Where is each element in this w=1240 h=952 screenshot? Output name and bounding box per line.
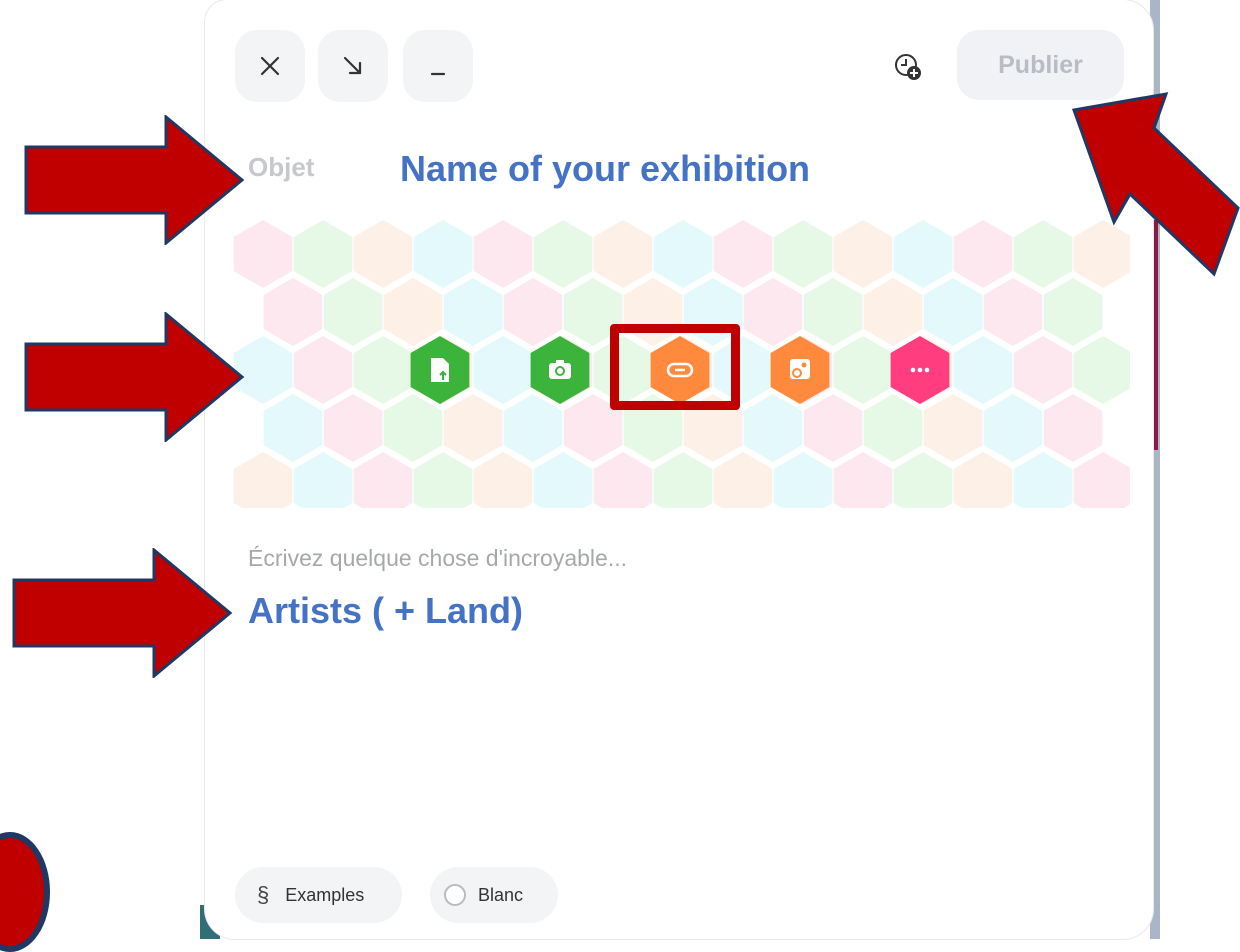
hex-tile — [263, 394, 323, 462]
annotation-arrow-media — [24, 312, 245, 442]
circle-icon — [444, 884, 466, 906]
minimize-button[interactable] — [403, 30, 473, 102]
hex-tile — [863, 278, 923, 346]
hex-tile — [593, 452, 653, 508]
hex-tile — [743, 278, 803, 346]
hex-tile — [953, 220, 1013, 288]
hex-tile — [1013, 220, 1073, 288]
hex-tile — [263, 278, 323, 346]
hex-tile — [833, 452, 893, 508]
hex-tile — [413, 452, 473, 508]
hex-tile — [653, 220, 713, 288]
annotation-arrow-publish — [1071, 92, 1240, 277]
hex-tile — [983, 278, 1043, 346]
hex-tile — [1013, 336, 1073, 404]
examples-label: Examples — [285, 884, 365, 905]
hex-tile — [803, 278, 863, 346]
hex-tile — [353, 220, 413, 288]
hex-tile — [533, 220, 593, 288]
hex-tile — [773, 220, 833, 288]
hex-tile — [833, 336, 893, 404]
hex-tile — [473, 452, 533, 508]
annotation-arrow-body — [12, 548, 233, 678]
hex-tile — [923, 394, 983, 462]
clock-plus-icon[interactable] — [893, 52, 923, 82]
hex-tile — [1043, 394, 1103, 462]
body-textarea[interactable]: Écrivez quelque chose d'incroyable... — [248, 545, 627, 572]
hex-tile — [713, 452, 773, 508]
more-icon — [910, 367, 930, 373]
hex-tile — [1073, 452, 1130, 508]
minimize-icon — [430, 72, 446, 76]
hex-tile — [743, 394, 803, 462]
close-button[interactable] — [235, 30, 305, 102]
hex-tile — [443, 394, 503, 462]
hex-tile — [383, 394, 443, 462]
hex-tile — [533, 452, 593, 508]
close-icon — [260, 56, 280, 76]
annotation-artists: Artists ( + Land) — [248, 590, 524, 631]
hex-tile — [953, 336, 1013, 404]
file-upload-icon — [431, 358, 449, 382]
compose-modal: Publier Objet Name of your exhibition Éc… — [205, 0, 1153, 939]
hex-tile — [413, 220, 473, 288]
hex-tile — [293, 336, 353, 404]
hex-tile — [503, 278, 563, 346]
hex-tile — [1013, 452, 1073, 508]
hex-tile — [353, 452, 413, 508]
subject-field[interactable]: Objet — [248, 152, 314, 183]
hex-tile — [383, 278, 443, 346]
annotation-exhibition-name: Name of your exhibition — [400, 148, 811, 189]
examples-button[interactable]: § Examples — [235, 867, 402, 923]
hex-tile — [803, 394, 863, 462]
annotation-arrow-subject — [24, 115, 245, 245]
arrow-down-right-icon — [343, 56, 362, 75]
annotation-circle — [0, 832, 50, 952]
hex-tile — [323, 394, 383, 462]
hex-tile — [893, 452, 953, 508]
hex-tile — [863, 394, 923, 462]
hex-tile — [323, 278, 383, 346]
image-search-icon — [790, 359, 810, 379]
hex-tile — [593, 220, 653, 288]
hex-tile — [473, 220, 533, 288]
hex-tile — [653, 452, 713, 508]
hex-tile — [983, 394, 1043, 462]
hex-tile — [713, 220, 773, 288]
hex-tile — [773, 452, 833, 508]
hex-tile — [1073, 336, 1130, 404]
hex-tile — [233, 452, 293, 508]
shrink-button[interactable] — [318, 30, 388, 102]
hex-tile — [443, 278, 503, 346]
section-icon: § — [257, 882, 270, 907]
hex-tile — [1043, 278, 1103, 346]
blank-button[interactable]: Blanc — [430, 867, 558, 923]
hex-tile — [293, 220, 353, 288]
blank-label: Blanc — [478, 884, 524, 905]
hex-tile — [923, 278, 983, 346]
hex-tile — [353, 336, 413, 404]
hex-tile — [833, 220, 893, 288]
hex-tile — [503, 394, 563, 462]
hex-tile — [293, 452, 353, 508]
hex-tile — [893, 220, 953, 288]
hex-tile — [953, 452, 1013, 508]
hex-tile — [473, 336, 533, 404]
annotation-highlight-box — [610, 324, 740, 410]
